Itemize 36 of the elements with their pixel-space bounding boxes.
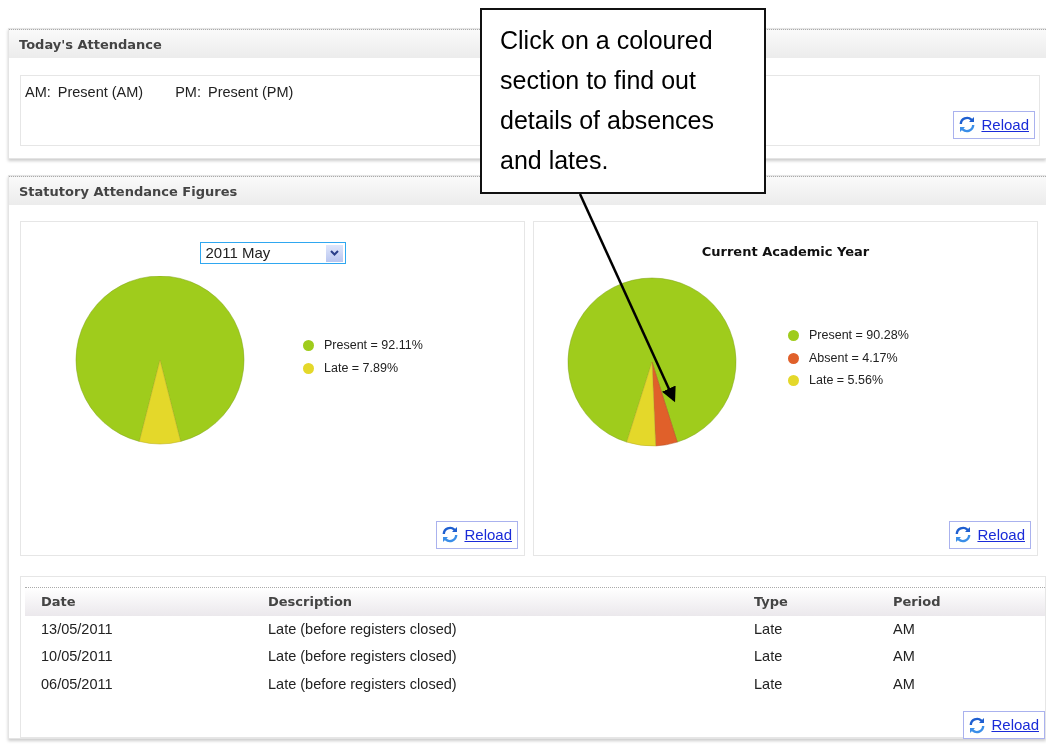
legend-label: Absent = 4.17%	[809, 349, 898, 367]
am-label: AM:	[25, 83, 51, 102]
am-status: Present (AM)	[57, 83, 144, 102]
table-cell-text: Late (before registers closed)	[267, 647, 458, 667]
table-cell-text: Late (before registers closed)	[267, 619, 458, 639]
table-cell-text: AM	[892, 619, 916, 639]
reload-link[interactable]: Reload	[949, 520, 1031, 549]
column-header: Description	[267, 593, 354, 611]
reload-link[interactable]: Reload	[436, 520, 518, 549]
chart-title: Current Academic Year	[701, 243, 870, 261]
legend-label: Late = 7.89%	[324, 360, 399, 377]
table-cell-text: Late (before registers closed)	[267, 675, 458, 694]
legend-label: Late = 5.56%	[809, 372, 884, 390]
column-header: Date	[40, 593, 77, 611]
callout-text: Click on a coloured section to find out details of absences and lates.	[480, 8, 766, 194]
refresh-icon	[955, 526, 972, 544]
table-cell-text: 13/05/2011	[40, 619, 114, 639]
pm-status: Present (PM)	[208, 83, 294, 102]
refresh-icon	[969, 716, 986, 734]
legend-label: Present = 90.28%	[809, 326, 909, 344]
table-cell-text: Late	[753, 647, 784, 667]
legend-label: Present = 92.11%	[324, 337, 423, 355]
refresh-icon	[959, 116, 976, 134]
table-cell-text: 10/05/2011	[40, 647, 114, 667]
table-cell-text: AM	[892, 675, 916, 694]
pm-label: PM:	[175, 83, 201, 102]
table-cell-text: 06/05/2011	[40, 675, 114, 694]
column-header: Period	[892, 593, 942, 611]
reload-link[interactable]: Reload	[953, 110, 1035, 139]
table-cell-text: Late	[753, 675, 784, 694]
reload-link[interactable]: Reload	[963, 710, 1045, 740]
refresh-icon	[442, 526, 459, 544]
table-cell-text: AM	[892, 647, 916, 667]
month-select[interactable]: 2011 May	[199, 242, 346, 264]
table-cell-text: Late	[753, 619, 784, 639]
column-header: Type	[753, 593, 789, 611]
